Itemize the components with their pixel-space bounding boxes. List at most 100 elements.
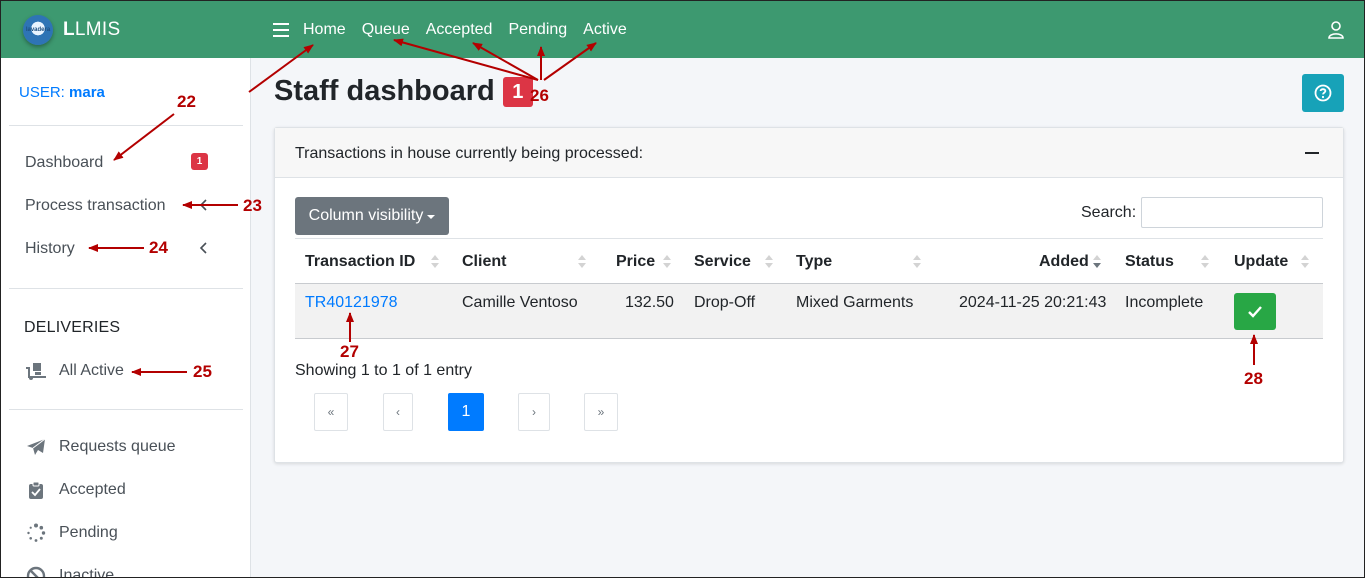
cell-added: 2024-11-25 20:21:43 — [959, 294, 1107, 311]
truck-loading-icon — [25, 361, 47, 381]
table-info: Showing 1 to 1 of 1 entry — [295, 362, 472, 379]
sort-icon — [1301, 254, 1309, 270]
sidebar-item-inactive[interactable]: Inactive — [25, 566, 115, 578]
page-title: Staff dashboard 1 — [274, 75, 533, 108]
dashboard-badge: 1 — [191, 153, 208, 170]
column-header-client[interactable]: Client — [462, 253, 506, 271]
nav-queue[interactable]: Queue — [362, 21, 410, 39]
brand-name-rest: LMIS — [74, 18, 121, 40]
column-header-price[interactable]: Price — [616, 253, 655, 271]
cell-type: Mixed Garments — [796, 294, 914, 311]
logo-text: lavadera — [25, 26, 51, 33]
transactions-table: Transaction ID Client Price Service Type… — [295, 238, 1323, 339]
ban-icon — [25, 566, 47, 577]
annotation-label: 27 — [340, 342, 359, 361]
brand[interactable]: lavadera LLMIS — [1, 1, 251, 58]
column-visibility-button[interactable]: Column visibility — [295, 197, 449, 235]
update-button[interactable] — [1234, 293, 1276, 330]
cell-service: Drop-Off — [694, 294, 756, 311]
collapse-minus-icon[interactable] — [1305, 152, 1319, 154]
sort-icon — [1201, 254, 1209, 270]
brand-name-initial: L — [63, 18, 75, 40]
spinner-icon — [25, 523, 47, 543]
table-header: Transaction ID Client Price Service Type… — [295, 238, 1323, 284]
sidebar-item-label: Accepted — [59, 481, 126, 498]
pagination-prev[interactable]: ‹ — [383, 393, 413, 431]
sidebar-item-history[interactable]: History — [25, 240, 75, 258]
sort-icon — [578, 254, 586, 270]
sort-icon — [913, 254, 921, 270]
clipboard-check-icon — [25, 480, 47, 500]
sidebar-item-accepted[interactable]: Accepted — [25, 480, 126, 500]
sort-icon — [431, 254, 439, 270]
divider — [9, 125, 243, 126]
pagination-first[interactable]: « — [314, 393, 348, 431]
brand-logo: lavadera — [23, 14, 53, 45]
annotation-label: 24 — [149, 238, 168, 257]
user-label: USER: — [19, 84, 65, 101]
nav-accepted[interactable]: Accepted — [426, 21, 493, 39]
sidebar-item-pending[interactable]: Pending — [25, 523, 118, 543]
column-header-update[interactable]: Update — [1234, 253, 1288, 271]
column-header-transaction-id[interactable]: Transaction ID — [305, 253, 415, 271]
table-row: TR40121978 Camille Ventoso 132.50 Drop-O… — [295, 284, 1323, 339]
hamburger-menu-icon[interactable] — [273, 22, 289, 37]
user-name[interactable]: mara — [69, 84, 105, 101]
sidebar-item-process-transaction[interactable]: Process transaction — [25, 197, 166, 215]
card-header: Transactions in house currently being pr… — [275, 128, 1343, 178]
column-header-added[interactable]: Added — [1039, 253, 1089, 271]
search-label: Search: — [1081, 204, 1137, 221]
nav-links: Home Queue Accepted Pending Active — [273, 1, 643, 58]
sidebar-item-requests-queue[interactable]: Requests queue — [25, 437, 176, 457]
transactions-card: Transactions in house currently being pr… — [274, 127, 1344, 463]
sort-icon — [765, 254, 773, 270]
question-circle-icon — [1314, 84, 1332, 102]
pagination-next[interactable]: › — [518, 393, 550, 431]
paper-plane-icon — [25, 437, 47, 457]
column-header-status[interactable]: Status — [1125, 253, 1174, 271]
sidebar-item-dashboard[interactable]: Dashboard — [25, 154, 103, 172]
sidebar-item-label: Dashboard — [25, 154, 104, 171]
nav-active[interactable]: Active — [583, 21, 627, 39]
annotation-label: 23 — [243, 196, 262, 215]
pagination-last[interactable]: » — [584, 393, 618, 431]
sidebar-item-label: Requests queue — [59, 438, 176, 455]
cell-status: Incomplete — [1125, 294, 1204, 311]
sidebar-item-label: History — [25, 240, 75, 257]
transaction-id-link[interactable]: TR40121978 — [305, 294, 398, 312]
app-window: lavadera LLMIS Home Queue Accepted Pendi… — [0, 0, 1365, 578]
divider — [9, 409, 243, 410]
sort-desc-icon — [1093, 254, 1101, 270]
sidebar-item-label: Pending — [59, 524, 118, 541]
page-title-text: Staff dashboard — [274, 75, 495, 107]
annotation-label: 26 — [530, 86, 549, 105]
column-header-service[interactable]: Service — [694, 253, 751, 271]
deliveries-header: DELIVERIES — [24, 319, 121, 336]
check-icon — [1248, 306, 1262, 318]
search-input[interactable] — [1141, 197, 1323, 228]
chevron-left-icon[interactable] — [199, 241, 209, 255]
annotation-label: 22 — [177, 92, 196, 111]
help-button[interactable] — [1302, 74, 1344, 112]
card-title: Transactions in house currently being pr… — [295, 145, 644, 162]
nav-home[interactable]: Home — [303, 21, 346, 39]
sidebar-item-label: All Active — [59, 362, 124, 379]
chevron-left-icon[interactable] — [199, 198, 209, 212]
nav-pending[interactable]: Pending — [508, 21, 567, 39]
cell-price: 132.50 — [625, 294, 674, 311]
annotation-label: 28 — [1244, 369, 1263, 388]
sidebar-item-all-active[interactable]: All Active — [25, 361, 124, 381]
pagination-page[interactable]: 1 — [448, 393, 484, 431]
annotation-label: 25 — [193, 362, 212, 381]
brand-name: LLMIS — [63, 19, 120, 41]
divider — [9, 288, 243, 289]
top-navbar: lavadera LLMIS Home Queue Accepted Pendi… — [1, 1, 1364, 58]
sidebar: USER: mara Dashboard 1 Process transacti… — [1, 58, 251, 578]
column-visibility-label: Column visibility — [308, 207, 424, 224]
user-icon[interactable] — [1328, 21, 1344, 39]
sidebar-item-label: Inactive — [59, 567, 115, 578]
page-title-badge: 1 — [502, 76, 533, 107]
column-header-type[interactable]: Type — [796, 253, 832, 271]
user-info: USER: mara — [19, 84, 105, 101]
sidebar-item-label: Process transaction — [25, 197, 166, 214]
